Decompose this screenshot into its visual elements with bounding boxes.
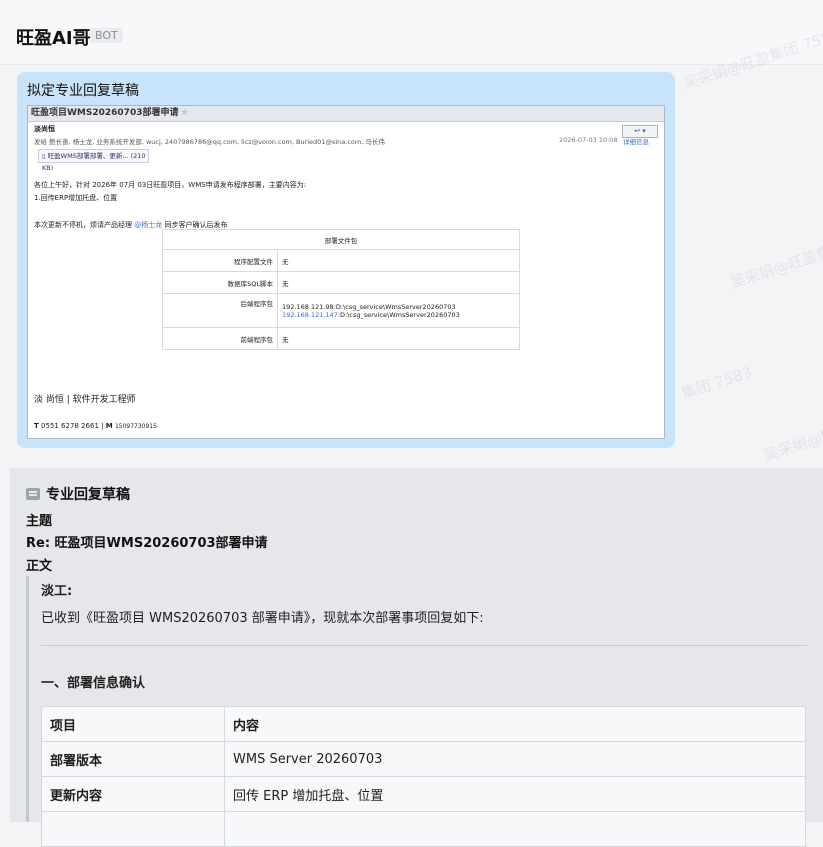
table-row-label: 数据库SQL脚本 (162, 271, 278, 294)
bot-reply-panel: 专业回复草稿 主题 Re: 旺盈项目WMS20260703部署申请 正文 淡工:… (10, 468, 823, 847)
table-cell (224, 811, 806, 847)
table-row: 部署版本 WMS Server 20260703 (41, 741, 806, 777)
bot-name[interactable]: 旺盈AI哥 (16, 24, 91, 50)
watermark: 吴采娟@旺盈集团 (728, 237, 823, 293)
email-body: 淡尚恒 ↩ ▾ 发给 鲍长善, 杨士龙, 业务系统开发部, wucj, 2407… (28, 122, 664, 438)
table-row-value: 无 (277, 327, 520, 350)
email-screenshot-image[interactable]: 旺盈项目WMS20260703部署申请 ★ 淡尚恒 ↩ ▾ 发给 鲍长善, 杨士龙… (27, 105, 665, 439)
watermark: 集团 7583 (679, 363, 755, 403)
star-icon: ★ (180, 108, 189, 118)
divider (41, 645, 807, 646)
email-subject: 旺盈项目WMS20260703部署申请 (31, 108, 179, 118)
chat-header: 旺盈AI哥 BOT (0, 0, 823, 65)
watermark: 吴采娟@旺盈集团 7583 (761, 397, 823, 465)
reply-intro: 已收到《旺盈项目 WMS20260703 部署申请》，现就本次部署事项回复如下: (41, 611, 484, 626)
email-item: 1.回传ERP增加托盘、位置 (34, 194, 118, 202)
email-sender: 淡尚恒 (34, 125, 55, 133)
table-row-label: 程序配置文件 (162, 249, 278, 272)
deploy-info-table: 项目 内容 部署版本 WMS Server 20260703 更新内容 回传 E… (41, 706, 806, 847)
bot-badge: BOT (90, 28, 123, 43)
signature-contact: T 0551 6278 2661 | M 15097730915 (34, 422, 157, 430)
table-row-value: 无 (277, 249, 520, 272)
subject-label: 主题 (26, 514, 53, 529)
email-greeting: 各位上午好，针对 2026年 07月 03日旺盈项目，WMS申请发布程序部署，主… (34, 181, 307, 189)
details-link: 详细信息 (623, 138, 649, 146)
reply-greeting: 淡工: (41, 584, 73, 599)
table-header: 部署文件包 (162, 229, 520, 250)
table-row (41, 811, 806, 847)
mention: @杨士龙 (134, 221, 163, 229)
deploy-package-table: 部署文件包 程序配置文件无 数据库SQL脚本无 后端程序包 192.168.12… (162, 229, 520, 350)
table-header-row: 项目 内容 (41, 706, 806, 742)
subject-value: Re: 旺盈项目WMS20260703部署申请 (26, 536, 268, 551)
table-cell: 回传 ERP 增加托盘、位置 (224, 776, 806, 812)
reply-body-quote: 淡工: 已收到《旺盈项目 WMS20260703 部署申请》，现就本次部署事项回… (26, 576, 808, 847)
table-row-label: 后端程序包 (162, 293, 278, 328)
table-cell: 更新内容 (41, 776, 225, 812)
ip-link: 192.168.121.147 (282, 310, 338, 319)
table-cell (41, 811, 225, 847)
table-row: 更新内容 回传 ERP 增加托盘、位置 (41, 776, 806, 812)
table-header-cell: 项目 (41, 706, 225, 742)
table-row-label: 前端程序包 (162, 327, 278, 350)
email-date: 2026-07-03 10:08 (559, 136, 618, 144)
signature-name: 淡 尚恒 | 软件开发工程师 (34, 395, 136, 405)
table-header-cell: 内容 (224, 706, 806, 742)
user-message-bubble: 拟定专业回复草稿 旺盈项目WMS20260703部署申请 ★ 淡尚恒 ↩ ▾ 发给… (17, 72, 675, 448)
body-label: 正文 (26, 559, 53, 574)
memo-icon (26, 488, 40, 500)
user-message-text: 拟定专业回复草稿 (27, 83, 139, 99)
table-row-value: 192.168.121.98:D:\csg_service\WmsServer2… (277, 293, 520, 328)
table-cell: WMS Server 20260703 (224, 741, 806, 777)
table-row-value: 无 (277, 271, 520, 294)
email-subject-bar: 旺盈项目WMS20260703部署申请 ★ (28, 106, 664, 122)
email-recipients: 发给 鲍长善, 杨士龙, 业务系统开发部, wucj, 2407986786@q… (34, 138, 385, 146)
attachment-chip: ▯ 旺盈WMS部署部署、更新... (210 KB) (38, 149, 149, 172)
table-cell: 部署版本 (41, 741, 225, 777)
section-heading: 一、部署信息确认 (41, 676, 146, 691)
reply-title: 专业回复草稿 (26, 484, 130, 504)
